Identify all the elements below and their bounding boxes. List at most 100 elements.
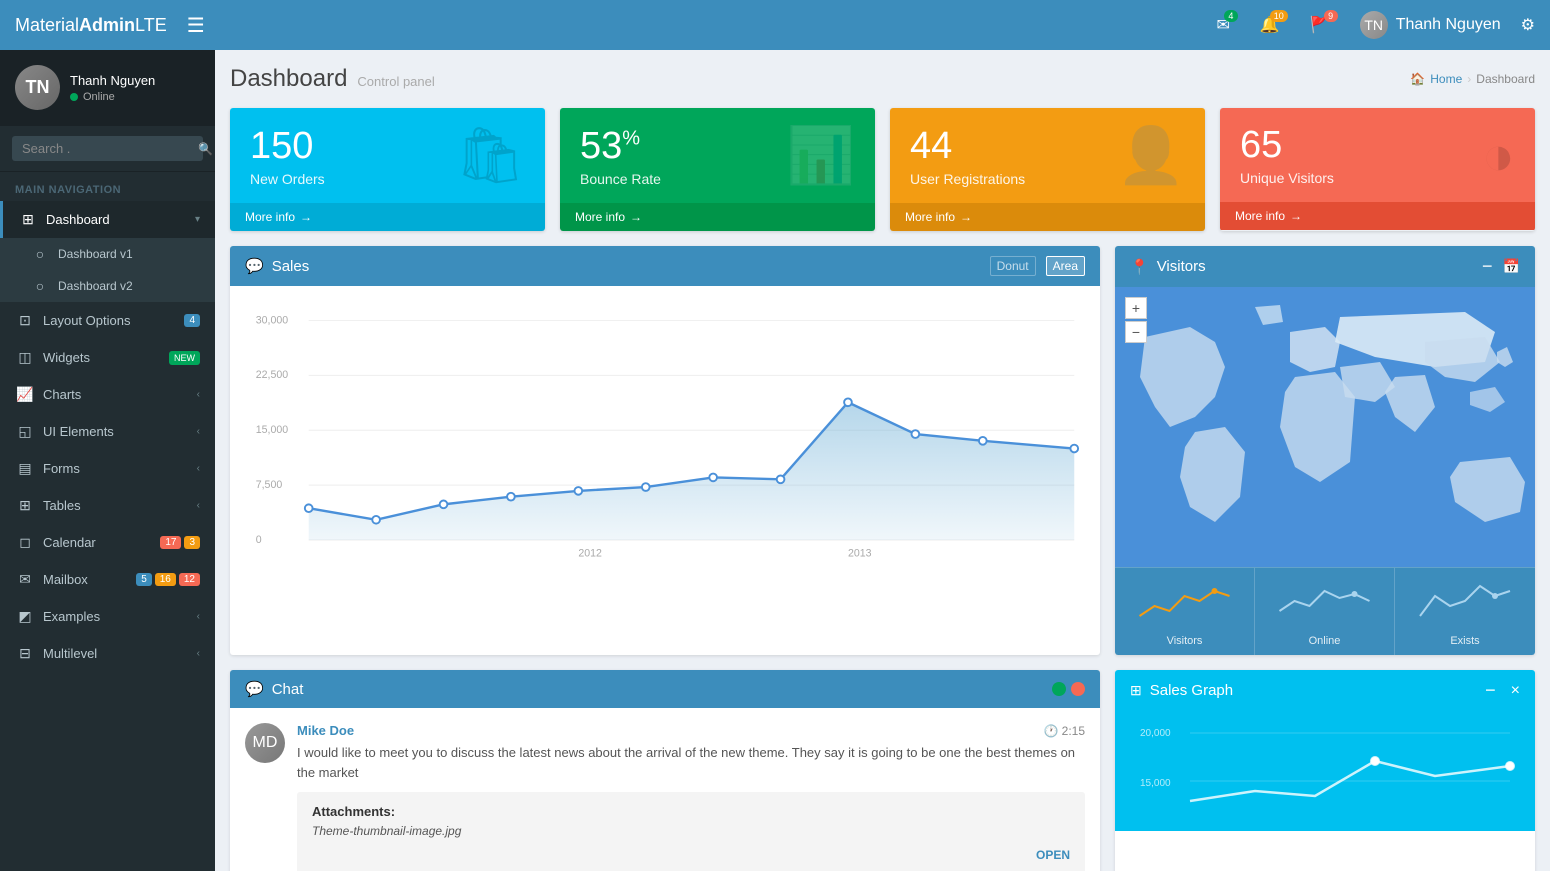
zoom-out-button[interactable]: − [1125, 321, 1147, 343]
avatar-face-large: TN [15, 65, 60, 110]
sidebar-item-ui-elements[interactable]: ◱ UI Elements ‹ [0, 413, 215, 450]
chat-dot-red[interactable] [1071, 682, 1085, 696]
sidebar-item-dashboard-v2[interactable]: ○ Dashboard v2 [0, 270, 215, 302]
sales-graph-minimize-icon[interactable]: − [1485, 680, 1496, 701]
stat-card-bounce: 53% Bounce Rate 📊 More info → [560, 108, 875, 231]
mailbox-badge-red: 12 [179, 573, 200, 586]
calendar-icon[interactable]: 📅 [1503, 258, 1520, 275]
sales-graph-header: ⊞ Sales Graph − × [1115, 670, 1535, 711]
visitors-header: 📍 Visitors − 📅 [1115, 246, 1535, 287]
sidebar-item-multilevel[interactable]: ⊟ Multilevel ‹ [0, 635, 215, 672]
more-info-orders: More info [245, 210, 295, 224]
stat-label-bounce: Bounce Rate [580, 171, 661, 187]
sidebar-item-tables[interactable]: ⊞ Tables ‹ [0, 487, 215, 524]
area-button[interactable]: Area [1046, 256, 1085, 276]
stat-card-left-registrations: 44 User Registrations [910, 125, 1025, 187]
chat-sender-name[interactable]: Mike Doe [297, 723, 354, 738]
sales-graph-svg: 20,000 15,000 [1125, 721, 1525, 841]
search-icon[interactable]: 🔍 [198, 142, 213, 156]
page-title: Dashboard [230, 65, 347, 93]
open-attachment-button[interactable]: OPEN [1036, 848, 1070, 862]
svg-text:30,000: 30,000 [256, 314, 288, 326]
sidebar-item-widgets[interactable]: ◫ Widgets NEW [0, 339, 215, 376]
calendar-badge-yellow: 3 [184, 536, 200, 549]
visitors-mini-chart [1123, 576, 1246, 626]
visitors-title-text: Visitors [1157, 258, 1206, 275]
stat-number-unique: 65 [1240, 124, 1334, 167]
sales-graph-close-icon[interactable]: × [1511, 682, 1520, 700]
home-icon: 🏠 [1410, 72, 1425, 86]
calendar-icon: ◻ [15, 534, 35, 551]
avatar-face: TN [1360, 11, 1388, 39]
stat-card-left-orders: 150 New Orders [250, 125, 325, 187]
chat-meta: Mike Doe 🕐 2:15 [297, 723, 1085, 738]
visitors-title: 📍 Visitors [1130, 258, 1206, 276]
sidebar-item-layout-options[interactable]: ⊡ Layout Options 4 [0, 302, 215, 339]
sidebar-item-charts[interactable]: 📈 Charts ‹ [0, 376, 215, 413]
visitor-stat-visitors: Visitors [1115, 568, 1255, 655]
chevron-right-icon-tables: ‹ [197, 500, 200, 511]
menu-toggle-button[interactable]: ☰ [182, 8, 210, 43]
stat-card-left-bounce: 53% Bounce Rate [580, 125, 661, 187]
sales-chart-svg: 30,000 22,500 15,000 7,500 0 [245, 306, 1085, 566]
sales-chart-wrap: 30,000 22,500 15,000 7,500 0 [240, 296, 1090, 576]
sidebar-item-dashboard[interactable]: ⊞ Dashboard ▾ [0, 201, 215, 238]
flags-button[interactable]: 🚩 9 [1300, 10, 1340, 40]
sidebar-item-label-dashboard: Dashboard [46, 212, 110, 227]
sales-title-text: Sales [272, 258, 310, 275]
sidebar-item-mailbox[interactable]: ✉ Mailbox 5 16 12 [0, 561, 215, 598]
notifications-button[interactable]: 🔔 10 [1250, 10, 1290, 40]
svg-text:7,500: 7,500 [256, 479, 283, 491]
examples-icon: ◩ [15, 608, 35, 625]
content-header: Dashboard Control panel 🏠 Home › Dashboa… [230, 65, 1535, 93]
chat-dot-green[interactable] [1052, 682, 1066, 696]
minimize-icon[interactable]: − [1482, 256, 1493, 277]
dashboard-icon: ⊞ [18, 211, 38, 228]
stat-card-left-unique: 65 Unique Visitors [1240, 124, 1334, 186]
search-input[interactable] [22, 141, 198, 156]
world-map-svg [1115, 287, 1535, 567]
stat-footer-bounce[interactable]: More info → [560, 203, 875, 231]
messages-button[interactable]: ✉ 4 [1206, 10, 1239, 40]
search-input-wrap: 🔍 [12, 136, 203, 161]
svg-text:2013: 2013 [848, 547, 872, 559]
chevron-right-icon-forms: ‹ [197, 463, 200, 474]
circle-icon-v1: ○ [30, 246, 50, 262]
status-dot [70, 93, 78, 101]
gear-icon[interactable]: ⚙ [1521, 15, 1535, 35]
stat-card-body-unique: 65 Unique Visitors ◑ [1220, 108, 1535, 202]
chat-title-text: Chat [272, 681, 304, 698]
sidebar-item-label-dashboard-v1: Dashboard v1 [58, 247, 133, 261]
chevron-down-icon: ▾ [195, 214, 200, 225]
status-text: Online [83, 91, 115, 103]
donut-button[interactable]: Donut [990, 256, 1036, 276]
layout-badge: 4 [184, 314, 200, 327]
sidebar-user-name: Thanh Nguyen [70, 73, 155, 88]
chat-header: 💬 Chat [230, 670, 1100, 708]
breadcrumb-home[interactable]: Home [1430, 72, 1462, 86]
stat-footer-orders[interactable]: More info → [230, 203, 545, 231]
page-subtitle: Control panel [357, 74, 434, 89]
sidebar-item-forms[interactable]: ▤ Forms ‹ [0, 450, 215, 487]
svg-text:22,500: 22,500 [256, 369, 288, 381]
user-menu[interactable]: TN Thanh Nguyen [1350, 6, 1511, 44]
sales-graph-title: ⊞ Sales Graph [1130, 682, 1233, 699]
user-avatar-small: TN [1360, 11, 1388, 39]
sidebar-item-dashboard-v1[interactable]: ○ Dashboard v1 [0, 238, 215, 270]
zoom-in-button[interactable]: + [1125, 297, 1147, 319]
more-info-bounce: More info [575, 210, 625, 224]
stat-footer-unique[interactable]: More info → [1220, 202, 1535, 230]
chat-body: MD Mike Doe 🕐 2:15 I would [230, 708, 1100, 871]
charts-icon: 📈 [15, 386, 35, 403]
location-icon: 📍 [1130, 258, 1149, 276]
calendar-badges: 17 3 [160, 536, 200, 549]
stat-footer-registrations[interactable]: More info → [890, 203, 1205, 231]
top-navbar: MaterialAdminLTE ☰ ✉ 4 🔔 10 🚩 9 TN Thanh… [0, 0, 1550, 50]
grid-icon: ⊞ [1130, 682, 1142, 699]
sidebar-item-examples[interactable]: ◩ Examples ‹ [0, 598, 215, 635]
breadcrumb-separator: › [1467, 72, 1471, 86]
arrow-icon-registrations: → [960, 210, 972, 224]
page-title-wrap: Dashboard Control panel [230, 65, 435, 93]
sidebar-item-calendar[interactable]: ◻ Calendar 17 3 [0, 524, 215, 561]
chart-icon: 💬 [245, 257, 264, 275]
